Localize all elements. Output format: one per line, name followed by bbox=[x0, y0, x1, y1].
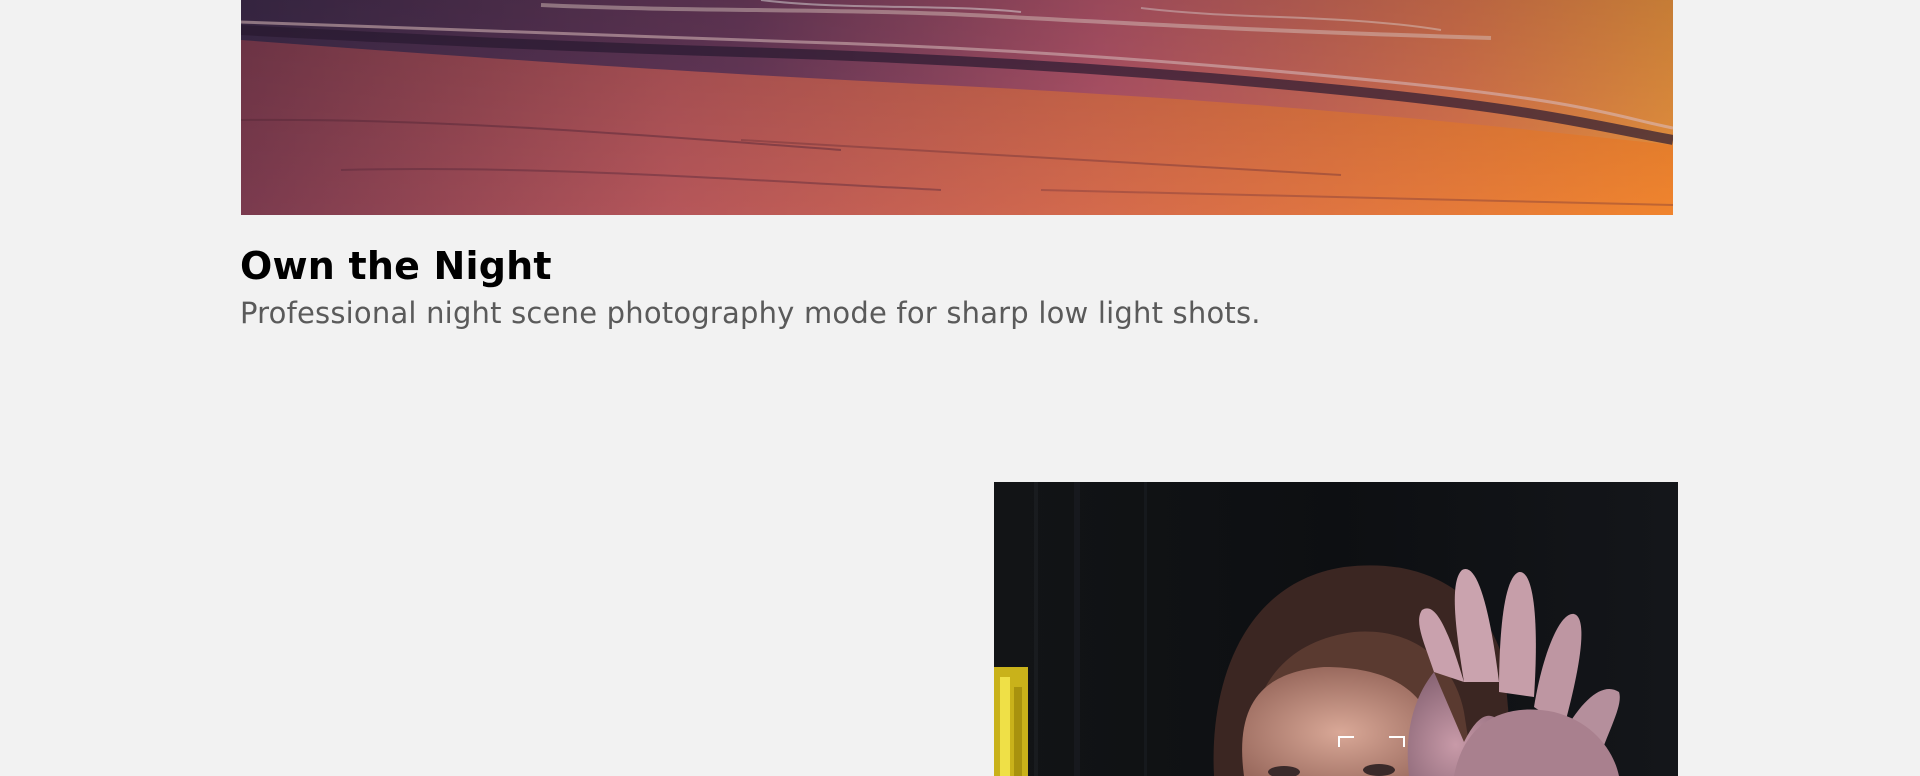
sunset-beach-photo bbox=[241, 0, 1673, 215]
feature-title: Own the Night bbox=[240, 244, 552, 288]
page: Own the Night Professional night scene p… bbox=[0, 0, 1920, 776]
portrait-photo bbox=[994, 482, 1678, 776]
feature-description: Professional night scene photography mod… bbox=[240, 296, 1261, 330]
